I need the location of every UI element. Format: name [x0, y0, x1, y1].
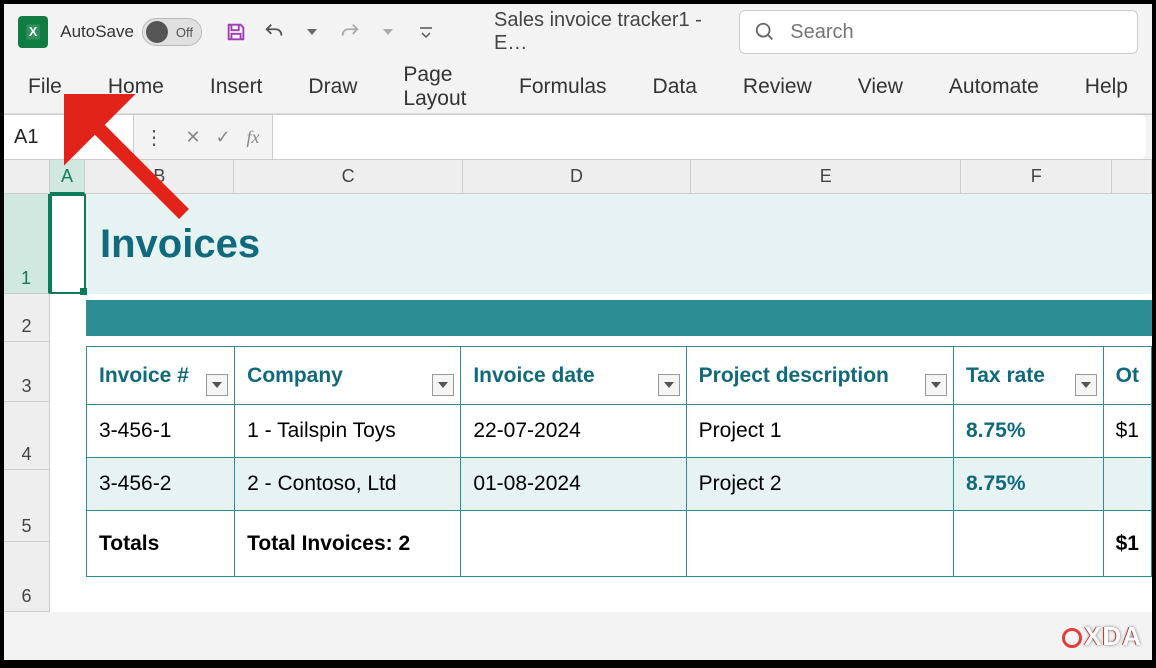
- cell-project[interactable]: Project 2: [686, 458, 953, 511]
- tab-home[interactable]: Home: [102, 69, 170, 105]
- cell-other[interactable]: $1: [1103, 405, 1151, 458]
- redo-button[interactable]: [334, 16, 366, 48]
- autosave-toggle[interactable]: Off: [142, 18, 202, 46]
- cell-invoice[interactable]: 3-456-2: [87, 458, 235, 511]
- excel-logo-icon: X: [18, 16, 48, 48]
- toggle-knob-icon: [146, 21, 168, 43]
- ribbon-tabs: File Home Insert Draw Page Layout Formul…: [4, 60, 1152, 114]
- row-header-3[interactable]: 3: [4, 342, 50, 402]
- save-button[interactable]: [220, 16, 252, 48]
- totals-count[interactable]: Total Invoices: 2: [235, 511, 461, 577]
- totals-row[interactable]: Totals Total Invoices: 2 $1: [87, 511, 1152, 577]
- undo-button[interactable]: [258, 16, 290, 48]
- row-header-2[interactable]: 2: [4, 294, 50, 342]
- app-window: X AutoSave Off Sales invoice: [4, 4, 1152, 660]
- search-box[interactable]: [739, 10, 1138, 54]
- table-row[interactable]: 3-456-2 2 - Contoso, Ltd 01-08-2024 Proj…: [87, 458, 1152, 511]
- filter-button-company[interactable]: [432, 374, 454, 396]
- tab-formulas[interactable]: Formulas: [513, 69, 613, 105]
- row-header-4[interactable]: 4: [4, 402, 50, 470]
- totals-other[interactable]: $1: [1103, 511, 1151, 577]
- cell-company[interactable]: 1 - Tailspin Toys: [235, 405, 461, 458]
- row-header-6[interactable]: 6: [4, 542, 50, 612]
- select-all-cell[interactable]: [4, 160, 50, 194]
- quick-access-toolbar: [220, 16, 442, 48]
- column-headers: A B C D E F: [4, 160, 1152, 194]
- worksheet[interactable]: Invoices Invoice # Company Invoice date …: [50, 194, 1152, 612]
- cell-tax[interactable]: 8.75%: [953, 458, 1103, 511]
- cell-invoice[interactable]: 3-456-1: [87, 405, 235, 458]
- invoice-table: Invoice # Company Invoice date Project d…: [86, 346, 1152, 577]
- cell-company[interactable]: 2 - Contoso, Ltd: [235, 458, 461, 511]
- column-header-c[interactable]: C: [234, 160, 462, 194]
- cell-project[interactable]: Project 1: [686, 405, 953, 458]
- table-row[interactable]: 3-456-1 1 - Tailspin Toys 22-07-2024 Pro…: [87, 405, 1152, 458]
- fx-icon[interactable]: fx: [240, 127, 266, 148]
- enter-formula-button[interactable]: ✓: [210, 127, 236, 148]
- column-header-a[interactable]: A: [50, 160, 86, 194]
- formula-buttons: ✕ ✓ fx: [174, 127, 272, 148]
- name-box-value: A1: [14, 126, 38, 149]
- header-project[interactable]: Project description: [686, 347, 953, 405]
- document-title: Sales invoice tracker1 - E…: [494, 9, 727, 55]
- totals-label[interactable]: Totals: [87, 511, 235, 577]
- header-company[interactable]: Company: [235, 347, 461, 405]
- tab-file[interactable]: File: [22, 69, 68, 105]
- name-box-options[interactable]: ⋮: [134, 125, 174, 150]
- column-header-g[interactable]: [1112, 160, 1152, 194]
- watermark: XDA: [1062, 621, 1142, 652]
- cell-other[interactable]: [1103, 458, 1151, 511]
- column-header-b[interactable]: B: [85, 160, 234, 194]
- tab-data[interactable]: Data: [647, 69, 703, 105]
- cell-tax[interactable]: 8.75%: [953, 405, 1103, 458]
- title-row: Invoices: [50, 194, 1152, 294]
- autosave-state: Off: [176, 25, 193, 40]
- tab-help[interactable]: Help: [1079, 69, 1134, 105]
- tab-review[interactable]: Review: [737, 69, 818, 105]
- tab-view[interactable]: View: [852, 69, 909, 105]
- header-date[interactable]: Invoice date: [461, 347, 686, 405]
- tab-draw[interactable]: Draw: [302, 69, 363, 105]
- qat-customize-button[interactable]: [410, 16, 442, 48]
- tab-automate[interactable]: Automate: [943, 69, 1045, 105]
- formula-input[interactable]: [272, 115, 1146, 159]
- redo-dropdown[interactable]: [372, 16, 404, 48]
- divider-bar: [86, 300, 1152, 336]
- name-box[interactable]: A1 ⌄: [4, 115, 134, 159]
- filter-button-tax[interactable]: [1075, 374, 1097, 396]
- undo-dropdown[interactable]: [296, 16, 328, 48]
- svg-text:X: X: [29, 25, 38, 39]
- row-header-5[interactable]: 5: [4, 470, 50, 542]
- active-cell-a1[interactable]: [50, 194, 86, 294]
- formula-bar: A1 ⌄ ⋮ ✕ ✓ fx: [4, 114, 1152, 160]
- row-header-1[interactable]: 1: [4, 194, 50, 294]
- cell-date[interactable]: 22-07-2024: [461, 405, 686, 458]
- grid-body: 1 2 3 4 5 6 Invoices Invoice # Compa: [4, 194, 1152, 612]
- autosave-group: AutoSave Off: [60, 18, 202, 46]
- title-bar: X AutoSave Off Sales invoice: [4, 4, 1152, 60]
- chevron-down-icon: ⌄: [106, 125, 123, 150]
- search-icon: [754, 21, 776, 43]
- cell-date[interactable]: 01-08-2024: [461, 458, 686, 511]
- filter-button-project[interactable]: [925, 374, 947, 396]
- column-header-d[interactable]: D: [463, 160, 691, 194]
- tab-insert[interactable]: Insert: [204, 69, 269, 105]
- tab-page-layout[interactable]: Page Layout: [397, 57, 479, 117]
- header-other[interactable]: Ot: [1103, 347, 1151, 405]
- watermark-icon: [1062, 628, 1082, 648]
- row-headers: 1 2 3 4 5 6: [4, 194, 50, 612]
- header-tax[interactable]: Tax rate: [953, 347, 1103, 405]
- cancel-formula-button[interactable]: ✕: [180, 127, 206, 148]
- search-input[interactable]: [790, 21, 1123, 44]
- sheet-title: Invoices: [100, 222, 260, 267]
- filter-button-date[interactable]: [658, 374, 680, 396]
- filter-button-invoice[interactable]: [206, 374, 228, 396]
- column-header-e[interactable]: E: [691, 160, 961, 194]
- autosave-label: AutoSave: [60, 22, 134, 42]
- column-header-f[interactable]: F: [961, 160, 1112, 194]
- header-invoice[interactable]: Invoice #: [87, 347, 235, 405]
